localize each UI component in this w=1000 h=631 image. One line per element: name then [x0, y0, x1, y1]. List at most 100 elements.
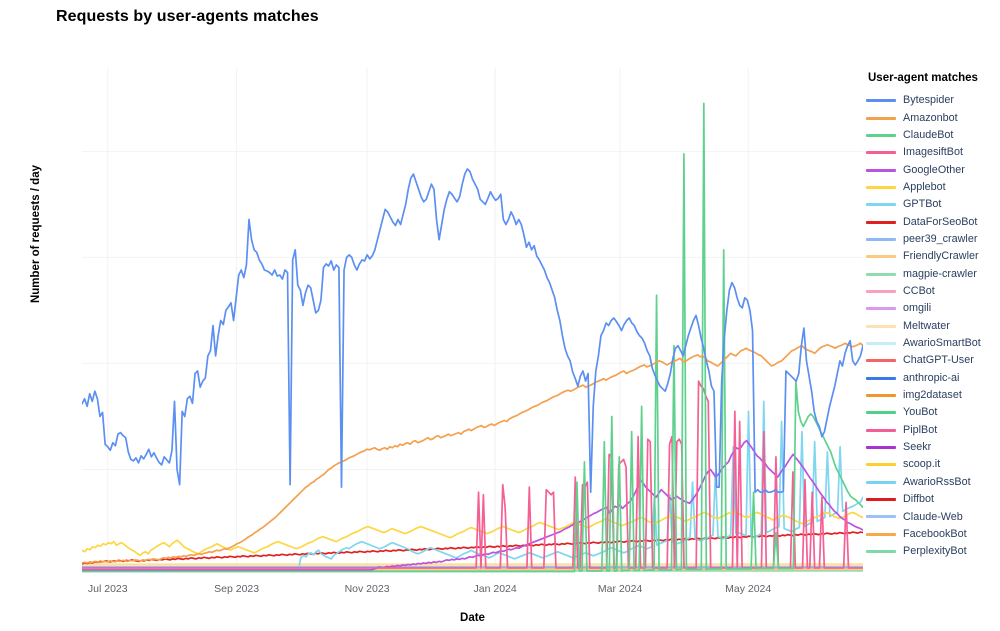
chart-legend: User-agent matches Bytespider Amazonbot Cl… — [866, 72, 998, 560]
legend-label: PerplexityBot — [903, 545, 967, 558]
legend-swatch — [866, 289, 896, 293]
legend-label: GoogleOther — [903, 163, 965, 176]
legend-swatch — [866, 515, 896, 519]
legend-swatch — [866, 307, 896, 311]
legend-item[interactable]: ImagesiftBot — [866, 144, 998, 161]
legend-label: img2dataset — [903, 389, 962, 402]
legend-label: Bytespider — [903, 94, 955, 107]
legend-swatch — [866, 220, 896, 224]
legend-item[interactable]: ClaudeBot — [866, 127, 998, 144]
legend-label: Seekr — [903, 441, 932, 454]
legend-swatch — [866, 255, 896, 259]
series-lines — [82, 102, 863, 573]
legend-swatch — [866, 411, 896, 415]
legend-label: CCBot — [903, 285, 935, 298]
series-line — [82, 531, 863, 565]
legend-swatch — [866, 168, 896, 172]
legend-label: Diffbot — [903, 493, 935, 506]
legend-swatch — [866, 203, 896, 207]
legend-item[interactable]: Applebot — [866, 179, 998, 196]
legend-label: peer39_crawler — [903, 233, 978, 246]
legend-swatch — [866, 324, 896, 328]
x-tick-label: Nov 2023 — [344, 583, 390, 595]
legend-swatch — [866, 237, 896, 241]
legend-swatch — [866, 116, 896, 120]
line-chart-svg — [82, 68, 863, 573]
legend-item[interactable]: Amazonbot — [866, 109, 998, 126]
legend-swatch — [866, 550, 896, 554]
legend-label: YouBot — [903, 406, 938, 419]
legend-swatch — [866, 185, 896, 189]
legend-label: scoop.it — [903, 458, 941, 471]
legend-item[interactable]: CCBot — [866, 283, 998, 300]
legend-label: FriendlyCrawler — [903, 250, 979, 263]
legend-item[interactable]: ChatGPT-User — [866, 352, 998, 369]
legend-item[interactable]: Claude-Web — [866, 508, 998, 525]
legend-title: User-agent matches — [868, 72, 978, 84]
x-tick-label: Mar 2024 — [597, 583, 643, 595]
page-title: Requests by user-agents matches — [56, 8, 319, 25]
legend-item[interactable]: FriendlyCrawler — [866, 248, 998, 265]
legend-swatch — [866, 151, 896, 155]
legend-label: magpie-crawler — [903, 267, 977, 280]
legend-item[interactable]: AwarioSmartBot — [866, 335, 998, 352]
series-line — [82, 380, 863, 569]
legend-item[interactable]: PerplexityBot — [866, 543, 998, 560]
legend-label: Applebot — [903, 180, 946, 193]
legend-item[interactable]: magpie-crawler — [866, 265, 998, 282]
chart-page: Requests by user-agents matches Number o… — [0, 0, 1000, 631]
legend-swatch — [866, 394, 896, 398]
legend-label: Meltwater — [903, 319, 950, 332]
series-line — [82, 400, 863, 572]
legend-label: omgili — [903, 302, 932, 315]
legend-swatch — [866, 376, 896, 380]
legend-item[interactable]: anthropic-ai — [866, 370, 998, 387]
legend-item[interactable]: Seekr — [866, 439, 998, 456]
legend-label: ImagesiftBot — [903, 146, 964, 159]
legend-swatch — [866, 498, 896, 502]
legend-label: ClaudeBot — [903, 128, 954, 141]
legend-item[interactable]: img2dataset — [866, 387, 998, 404]
legend-swatch — [866, 341, 896, 345]
legend-item[interactable]: scoop.it — [866, 456, 998, 473]
legend-swatch — [866, 463, 896, 467]
legend-item[interactable]: Diffbot — [866, 491, 998, 508]
legend-item[interactable]: DataForSeoBot — [866, 213, 998, 230]
legend-label: FacebookBot — [903, 527, 967, 540]
series-line — [82, 168, 863, 494]
legend-label: Claude-Web — [903, 510, 963, 523]
x-tick-label: Sep 2023 — [214, 583, 260, 595]
legend-item[interactable]: Bytespider — [866, 92, 998, 109]
legend-item[interactable]: peer39_crawler — [866, 231, 998, 248]
legend-label: PiplBot — [903, 423, 938, 436]
legend-swatch — [866, 446, 896, 450]
legend-swatch — [866, 99, 896, 103]
legend-items: Bytespider Amazonbot ClaudeBot ImagesiftBot… — [866, 92, 998, 560]
legend-label: Amazonbot — [903, 111, 958, 124]
legend-item[interactable]: PiplBot — [866, 422, 998, 439]
y-axis-title: Number of requests / day — [30, 164, 42, 304]
legend-swatch — [866, 428, 896, 432]
legend-swatch — [866, 480, 896, 484]
legend-item[interactable]: GoogleOther — [866, 161, 998, 178]
x-axis-title: Date — [460, 612, 485, 624]
legend-item[interactable]: omgili — [866, 300, 998, 317]
legend-label: DataForSeoBot — [903, 215, 978, 228]
legend-item[interactable]: FacebookBot — [866, 526, 998, 543]
x-tick-label: May 2024 — [725, 583, 772, 595]
legend-label: GPTBot — [903, 198, 942, 211]
legend-item[interactable]: GPTBot — [866, 196, 998, 213]
legend-swatch — [866, 532, 896, 536]
x-tick-label: Jan 2024 — [473, 583, 517, 595]
legend-label: anthropic-ai — [903, 371, 960, 384]
legend-label: AwarioRssBot — [903, 475, 971, 488]
plot-area — [82, 68, 863, 573]
x-tick-label: Jul 2023 — [87, 583, 128, 595]
legend-label: AwarioSmartBot — [903, 337, 981, 350]
legend-item[interactable]: Meltwater — [866, 317, 998, 334]
legend-item[interactable]: AwarioRssBot — [866, 474, 998, 491]
legend-item[interactable]: YouBot — [866, 404, 998, 421]
legend-label: ChatGPT-User — [903, 354, 974, 367]
legend-swatch — [866, 272, 896, 276]
legend-swatch — [866, 359, 896, 363]
